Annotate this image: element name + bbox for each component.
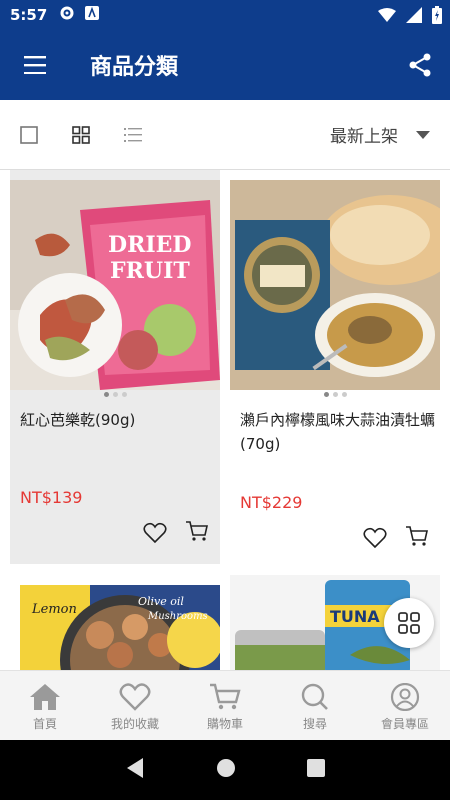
hamburger-icon [24,56,46,74]
nav-label: 首頁 [32,717,57,731]
svg-text:FRUIT: FRUIT [110,258,190,284]
nav-cart[interactable]: 購物車 [180,671,270,740]
product-name[interactable]: 紅心芭樂乾(90g) [20,408,215,432]
sort-dropdown[interactable]: 最新上架 [330,122,430,147]
view-list-button[interactable] [110,112,156,158]
category-fab-button[interactable] [384,598,434,648]
product-image[interactable] [230,180,440,390]
nav-label: 購物車 [206,717,243,731]
back-button[interactable] [125,757,145,783]
svg-text:Lemon: Lemon [31,602,77,617]
product-card[interactable]: Lemon Olive oil Mushrooms [10,575,220,670]
cart-icon [406,526,428,546]
nav-label: 會員專區 [380,717,429,731]
settings-icon [59,5,75,25]
product-image[interactable]: DRIED FRUIT [10,180,220,390]
svg-text:Mushrooms: Mushrooms [147,611,208,622]
home-button[interactable] [216,758,236,782]
home-icon [30,684,60,710]
product-price: NT$229 [240,493,303,512]
nav-home[interactable]: 首頁 [0,671,90,740]
square-icon [20,125,38,144]
page-title: 商品分類 [90,55,179,80]
favorite-button[interactable] [140,518,170,548]
recents-button[interactable] [306,759,325,781]
system-navigation-bar [0,740,450,800]
product-card[interactable]: 瀨戶內檸檬風味大蒜油漬牡蠣 (70g) NT$229 [230,170,440,570]
nav-favorites[interactable]: 我的收藏 [90,671,180,740]
list-icon [124,127,142,142]
sort-label: 最新上架 [330,127,398,147]
home-circle-icon [216,759,235,777]
search-icon [301,683,328,710]
nav-member[interactable]: 會員專區 [360,671,450,740]
heart-icon [119,683,151,711]
nav-search[interactable]: 搜尋 [270,671,360,740]
status-time: 5:57 [10,6,48,24]
view-toolbar: 最新上架 [0,100,450,170]
nav-label: 我的收藏 [110,717,159,731]
svg-text:DRIED: DRIED [108,232,192,258]
status-bar: 5:57 [0,0,450,30]
product-name[interactable]: 瀨戶內檸檬風味大蒜油漬牡蠣 (70g) [240,408,435,456]
image-pager-dots [10,392,220,397]
image-pager-dots [230,392,440,397]
cart-icon [186,521,208,541]
app-bar: 商品分類 [0,30,450,100]
favorite-button[interactable] [360,523,390,553]
product-price: NT$139 [20,488,83,507]
recents-icon [306,759,325,777]
bottom-navigation: 首頁 我的收藏 購物車 搜尋 會員專區 [0,670,450,740]
product-card[interactable]: DRIED FRUIT 紅心芭樂乾(90g) NT$139 [10,170,220,564]
add-to-cart-button[interactable] [402,521,432,551]
view-single-button[interactable] [6,112,52,158]
heart-icon [363,527,387,549]
grid-icon [72,125,90,144]
add-to-cart-button[interactable] [182,516,212,546]
view-grid-button[interactable] [58,112,104,158]
share-icon [409,53,431,77]
cart-icon [210,683,241,710]
chevron-down-icon [416,130,430,139]
nav-label: 搜尋 [302,717,327,731]
menu-button[interactable] [0,30,70,100]
product-image[interactable]: Lemon Olive oil Mushrooms [20,585,220,670]
back-icon [127,758,144,778]
battery-icon [432,6,442,28]
wifi-icon [378,8,396,26]
svg-text:TUNA: TUNA [330,607,380,626]
grid-icon [398,612,420,634]
keyboard-icon [85,6,100,24]
share-button[interactable] [400,45,440,85]
signal-icon [406,7,422,27]
heart-icon [143,522,167,544]
svg-text:Olive oil: Olive oil [138,595,184,608]
user-icon [390,683,420,711]
product-grid: DRIED FRUIT 紅心芭樂乾(90g) NT$139 瀨戶內檸檬風味大蒜油… [0,170,450,670]
